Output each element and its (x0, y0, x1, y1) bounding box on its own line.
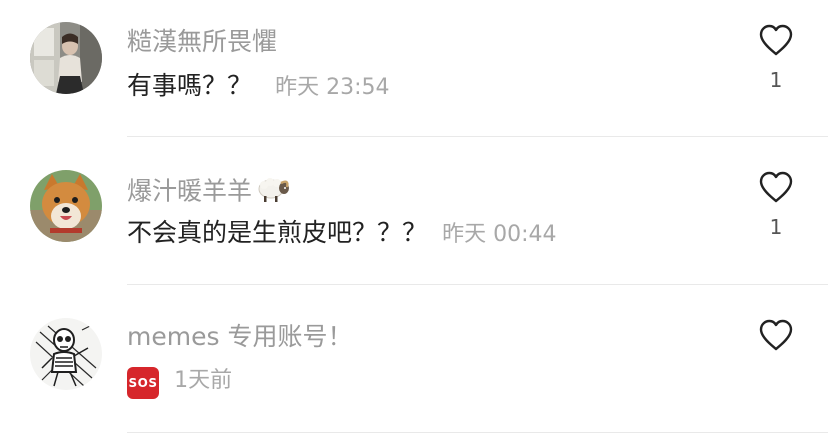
comment-item: memes 专用账号！ SOS 1天前 (0, 0, 828, 435)
comment-username[interactable]: memes 专用账号！ (127, 322, 352, 352)
comment-text-line: SOS 1天前 (127, 364, 232, 399)
comment-time: 1天前 (174, 368, 233, 393)
divider (127, 432, 828, 433)
like-button[interactable] (756, 319, 796, 355)
avatar[interactable] (30, 318, 102, 390)
heart-outline-icon (759, 319, 793, 351)
sos-badge-icon: SOS (127, 366, 159, 399)
